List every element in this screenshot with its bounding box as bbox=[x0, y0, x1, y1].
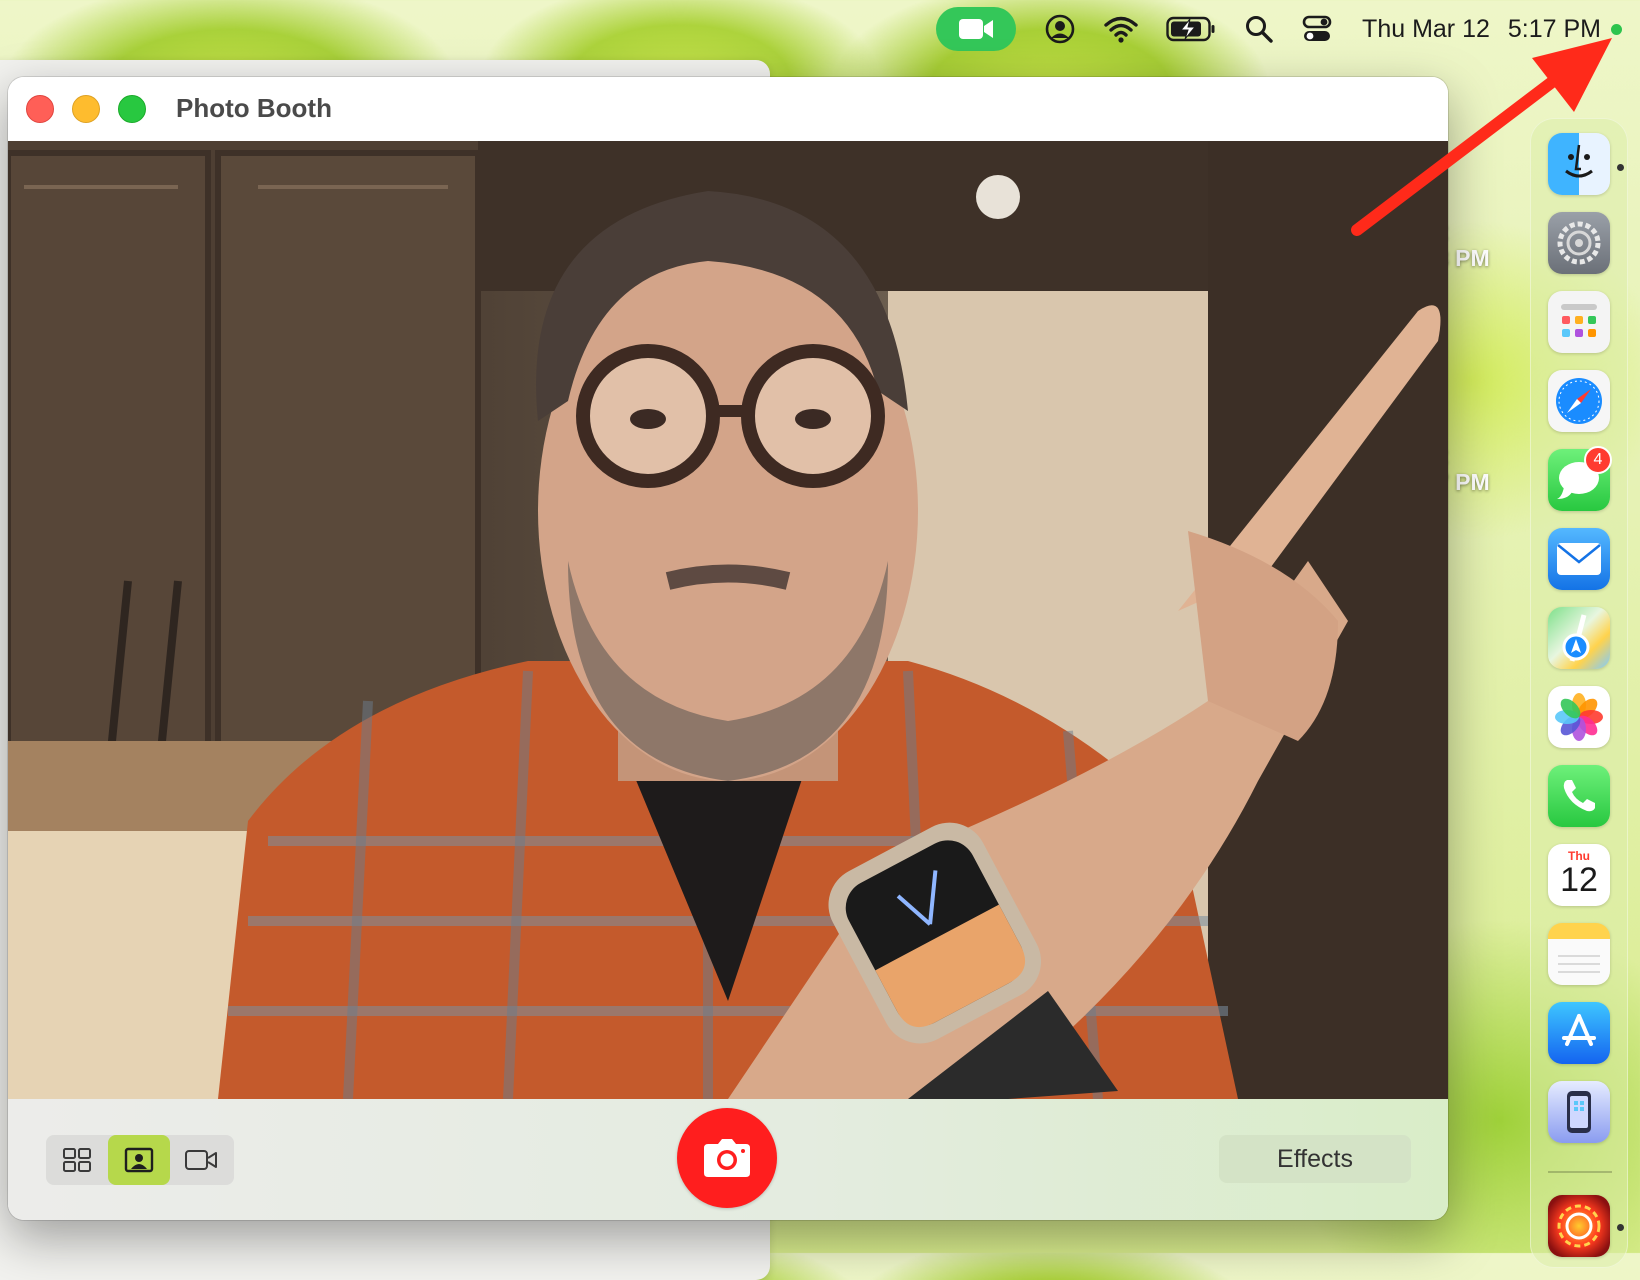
camera-icon bbox=[704, 1139, 750, 1177]
photo-booth-toolbar: Effects bbox=[8, 1099, 1448, 1220]
finder-icon[interactable] bbox=[1548, 133, 1610, 195]
photos-icon[interactable] bbox=[1548, 686, 1610, 748]
notes-icon[interactable] bbox=[1548, 923, 1610, 985]
video-camera-outline-icon bbox=[185, 1150, 217, 1170]
control-center-icon[interactable] bbox=[1302, 9, 1332, 49]
video-mode-button[interactable] bbox=[170, 1135, 232, 1185]
single-photo-button[interactable] bbox=[108, 1135, 170, 1185]
take-photo-button[interactable] bbox=[677, 1108, 777, 1208]
camera-privacy-indicator bbox=[1611, 23, 1622, 35]
finder-running-indicator bbox=[1617, 164, 1624, 171]
search-icon[interactable] bbox=[1244, 9, 1274, 49]
battery-charging-icon[interactable] bbox=[1166, 9, 1216, 49]
phone-icon[interactable] bbox=[1548, 765, 1610, 827]
dock-divider bbox=[1548, 1171, 1612, 1173]
app-store-icon[interactable] bbox=[1548, 1002, 1610, 1064]
capture-mode-selector bbox=[46, 1135, 234, 1185]
menu-clock[interactable]: Thu Mar 12 5:17 PM bbox=[1362, 15, 1601, 44]
maps-icon[interactable] bbox=[1548, 607, 1610, 669]
safari-icon[interactable] bbox=[1548, 370, 1610, 432]
camera-feed-illustration bbox=[8, 141, 1448, 1099]
minimize-button[interactable] bbox=[72, 95, 100, 123]
wifi-icon[interactable] bbox=[1104, 9, 1138, 49]
portrait-photo-icon bbox=[124, 1147, 154, 1173]
menu-bar: Thu Mar 12 5:17 PM bbox=[0, 0, 1640, 58]
photo-booth-dock-icon[interactable] bbox=[1548, 1195, 1610, 1257]
calendar-icon[interactable]: Thu 12 bbox=[1548, 844, 1610, 906]
photo-booth-running-indicator bbox=[1617, 1224, 1624, 1231]
messages-unread-badge: 4 bbox=[1584, 446, 1612, 474]
zoom-button[interactable] bbox=[118, 95, 146, 123]
effects-button[interactable]: Effects bbox=[1219, 1135, 1411, 1183]
system-settings-icon[interactable] bbox=[1548, 212, 1610, 274]
simulator-icon[interactable] bbox=[1548, 1081, 1610, 1143]
window-title: Photo Booth bbox=[176, 93, 332, 123]
close-button[interactable] bbox=[26, 95, 54, 123]
menu-date: Thu Mar 12 bbox=[1362, 14, 1490, 43]
video-camera-icon[interactable] bbox=[936, 7, 1017, 51]
camera-preview bbox=[8, 141, 1448, 1099]
title-bar[interactable]: Photo Booth bbox=[8, 77, 1448, 141]
calendar-date: 12 bbox=[1560, 861, 1598, 899]
mail-icon[interactable] bbox=[1548, 528, 1610, 590]
menu-time: 5:17 PM bbox=[1507, 14, 1601, 43]
launchpad-icon[interactable] bbox=[1548, 291, 1610, 353]
grid-view-button[interactable] bbox=[46, 1135, 108, 1185]
four-up-grid-icon bbox=[63, 1148, 91, 1172]
photo-booth-window[interactable]: Photo Booth Effects bbox=[8, 77, 1448, 1220]
user-account-icon[interactable] bbox=[1044, 9, 1076, 49]
